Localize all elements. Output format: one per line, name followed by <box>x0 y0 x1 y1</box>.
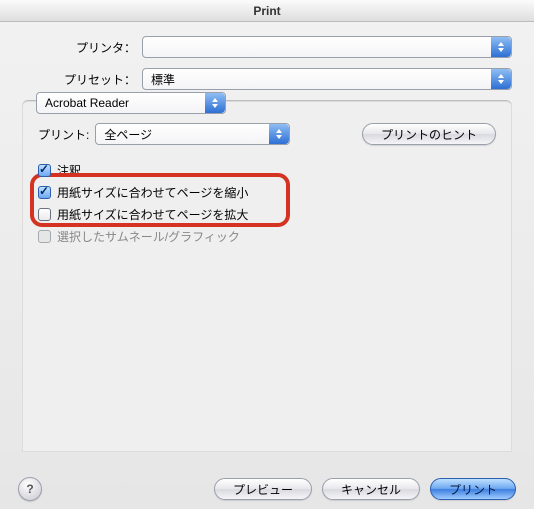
updown-icon <box>269 124 289 144</box>
cancel-button[interactable]: キャンセル <box>322 478 420 500</box>
option-annotations[interactable]: 注釈 <box>38 159 496 181</box>
section-value: Acrobat Reader <box>45 96 199 110</box>
print-hints-button[interactable]: プリントのヒント <box>362 123 496 145</box>
app-panel: Acrobat Reader プリント: 全ページ プリントのヒント <box>22 100 512 452</box>
option-expand-label: 用紙サイズに合わせてページを拡大 <box>57 206 248 223</box>
printer-row: プリンタ： <box>22 36 512 58</box>
window-titlebar: Print <box>0 0 534 22</box>
print-pages-value: 全ページ <box>104 126 263 143</box>
print-pages-row: プリント: 全ページ プリントのヒント <box>38 123 496 145</box>
checkbox-icon <box>38 208 51 221</box>
checkbox-icon <box>38 186 51 199</box>
section-select-wrap: Acrobat Reader <box>36 92 226 114</box>
dialog-footer: ? プレビュー キャンセル プリント <box>0 477 534 501</box>
option-annotations-label: 注釈 <box>57 162 81 179</box>
option-selected-thumbnails: 選択したサムネール/グラフィック <box>38 225 496 247</box>
print-pages-label: プリント: <box>38 126 89 143</box>
preset-label: プリセット： <box>22 71 142 88</box>
updown-icon <box>491 37 511 57</box>
options-group: 注釈 用紙サイズに合わせてページを縮小 用紙サイズに合わせてページを拡大 選択し… <box>38 159 496 247</box>
help-icon: ? <box>26 482 33 496</box>
print-pages-select[interactable]: 全ページ <box>95 123 290 145</box>
checkbox-icon <box>38 230 51 243</box>
option-shrink-label: 用紙サイズに合わせてページを縮小 <box>57 184 248 201</box>
preset-select[interactable]: 標準 <box>142 68 512 90</box>
option-thumb-label: 選択したサムネール/グラフィック <box>57 228 240 245</box>
updown-icon <box>205 93 225 113</box>
updown-icon <box>491 69 511 89</box>
help-button[interactable]: ? <box>18 477 42 501</box>
printer-label: プリンタ： <box>22 39 142 56</box>
option-shrink-to-fit[interactable]: 用紙サイズに合わせてページを縮小 <box>38 181 496 203</box>
section-select[interactable]: Acrobat Reader <box>36 92 226 114</box>
print-label: プリント <box>449 481 497 498</box>
preset-value: 標準 <box>151 71 485 88</box>
cancel-label: キャンセル <box>341 481 401 498</box>
preview-button[interactable]: プレビュー <box>214 478 312 500</box>
printer-select[interactable] <box>142 36 512 58</box>
window-title: Print <box>253 4 280 18</box>
print-hints-label: プリントのヒント <box>381 126 477 143</box>
print-button[interactable]: プリント <box>430 478 516 500</box>
option-expand-to-fit[interactable]: 用紙サイズに合わせてページを拡大 <box>38 203 496 225</box>
preset-row: プリセット： 標準 <box>22 68 512 90</box>
preview-label: プレビュー <box>233 481 293 498</box>
checkbox-icon <box>38 164 51 177</box>
